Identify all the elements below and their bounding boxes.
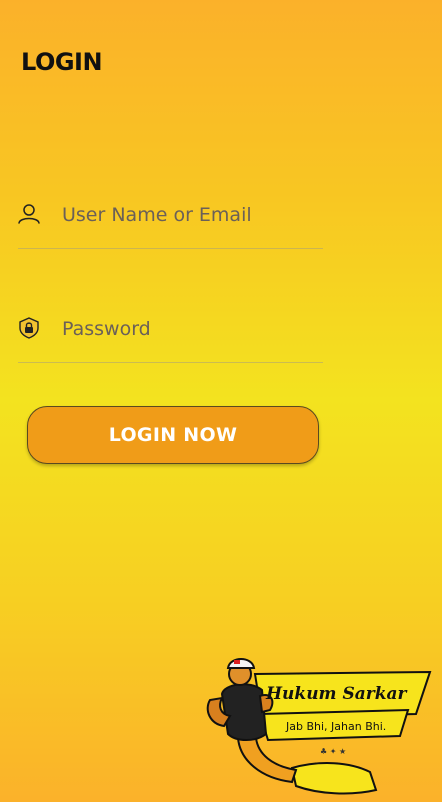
page-title: LOGIN	[21, 48, 103, 76]
brand-tagline: Jab Bhi, Jahan Bhi.	[286, 720, 387, 733]
password-input[interactable]	[62, 312, 317, 346]
svg-text:♣ ✦ ★: ♣ ✦ ★	[320, 747, 346, 756]
hukum-sarkar-logo: ♣ ✦ ★ Hukum Sarkar Jab Bhi, Jahan Bhi.	[200, 650, 436, 798]
password-field[interactable]	[18, 312, 323, 363]
username-input[interactable]	[62, 198, 317, 232]
login-now-button[interactable]: LOGIN NOW	[27, 406, 319, 464]
lock-shield-icon	[18, 317, 40, 339]
user-icon	[18, 203, 40, 225]
username-field[interactable]	[18, 198, 323, 249]
brand-name: Hukum Sarkar	[266, 684, 407, 704]
